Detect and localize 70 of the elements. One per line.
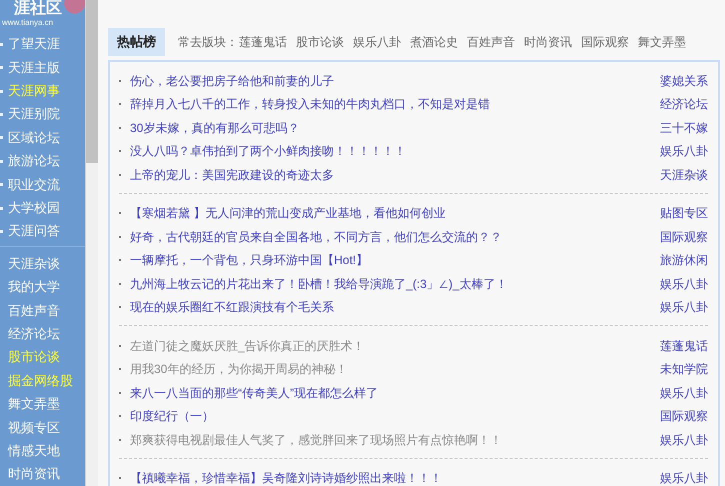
board-link[interactable]: 国际观察: [660, 230, 708, 244]
bullet-icon: [0, 66, 3, 70]
board-link[interactable]: 娱乐八卦: [660, 144, 708, 158]
board-link[interactable]: 娱乐八卦: [660, 300, 708, 314]
logo-url: www.tianya.cn: [2, 19, 54, 27]
sidebar-link[interactable]: 职业交流: [8, 178, 60, 192]
board-link[interactable]: 煮酒论史: [410, 33, 458, 51]
board-link[interactable]: 百姓声音: [467, 33, 515, 51]
sidebar-link[interactable]: 区域论坛: [8, 130, 60, 145]
board-link[interactable]: 国际观察: [581, 33, 629, 51]
post-title-link[interactable]: 没人八吗？卓伟拍到了两个小鲜肉接吻！！！！！！: [130, 144, 406, 158]
post-title-link[interactable]: 辞掉月入七八千的工作，转身投入未知的牛肉丸档口，不知是对是错: [130, 97, 490, 112]
post-title-link[interactable]: 现在的娱乐圈红不红跟演技有个毛关系: [130, 300, 334, 314]
bullet-icon: [0, 42, 3, 46]
sidebar-link[interactable]: 天涯杂谈: [8, 256, 60, 271]
board-link[interactable]: 舞文弄墨: [638, 33, 686, 51]
post-title-link[interactable]: 好奇，古代朝廷的官员来自全国各地，不同方言，他们怎么交流的？？: [130, 230, 502, 244]
board-link[interactable]: 婆媳关系: [660, 74, 708, 88]
board-link[interactable]: 未知学院: [660, 362, 708, 376]
post-title-link[interactable]: 郑爽获得电视剧最佳人气奖了，感觉胖回来了现场照片有点惊艳啊！！: [130, 432, 502, 447]
scrollbar[interactable]: [85, 0, 98, 486]
bullet-icon: [0, 230, 3, 233]
board-link[interactable]: 时尚资讯: [524, 33, 572, 51]
sidebar-link[interactable]: 天涯问答: [8, 224, 60, 238]
board-link[interactable]: 贴图专区: [660, 206, 708, 220]
post-title-link[interactable]: 左道门徒之魔妖厌胜_告诉你真正的厌胜术！: [130, 338, 365, 353]
sidebar-link[interactable]: 了望天涯: [8, 37, 60, 52]
bullet-icon: [0, 90, 3, 93]
board-link[interactable]: 娱乐八卦: [660, 386, 708, 400]
hot-posts-tab[interactable]: 热帖榜: [108, 28, 165, 56]
sidebar-link[interactable]: 舞文弄墨: [8, 397, 60, 412]
sidebar-link[interactable]: 视频专区: [8, 420, 60, 435]
post-title-link[interactable]: 一辆摩托，一个背包，只身环游中国【Hot!】: [130, 253, 368, 268]
board-link[interactable]: 莲蓬鬼话: [660, 338, 708, 353]
bullet-icon: [0, 112, 3, 116]
sidebar-link[interactable]: 大学校园: [8, 201, 60, 215]
board-link[interactable]: 国际观察: [660, 409, 708, 424]
post-title-link[interactable]: 印度纪行（一）: [130, 409, 214, 424]
post-title-link[interactable]: 上帝的宠儿：美国宪政建设的奇迹太多: [130, 168, 334, 182]
post-title-link[interactable]: 30岁未嫁，真的有那么可悲吗？: [130, 120, 300, 135]
post-title-link[interactable]: 来八一八当面的那些“传奇美人”现在都怎么样了: [130, 386, 378, 400]
sidebar-link[interactable]: 情感天地: [8, 444, 60, 458]
sidebar-link[interactable]: 天涯别院: [8, 107, 60, 122]
board-link[interactable]: 天涯杂谈: [660, 168, 708, 182]
frequent-label: 常去版块：: [178, 34, 238, 51]
scrollbar-thumb[interactable]: [86, 0, 98, 163]
board-link[interactable]: 娱乐八卦: [660, 471, 708, 486]
bullet-icon: [0, 206, 3, 210]
board-link[interactable]: 股市论谈: [296, 33, 344, 51]
post-title-link[interactable]: 九州海上牧云记的片花出来了！卧槽！我给导演跪了_(:3」∠)_太棒了！: [130, 276, 508, 291]
bullet-icon: [0, 160, 3, 163]
sidebar-link[interactable]: 时尚资讯: [8, 467, 60, 482]
board-link[interactable]: 莲蓬鬼话: [239, 33, 287, 51]
bullet-icon: [0, 183, 3, 186]
post-title-link[interactable]: 伤心，老公要把房子给他和前妻的儿子: [130, 74, 334, 88]
board-link[interactable]: 娱乐八卦: [353, 33, 401, 51]
board-link[interactable]: 娱乐八卦: [660, 432, 708, 447]
board-link[interactable]: 旅游休闲: [660, 253, 708, 268]
post-title-link[interactable]: 【禛曦幸福，珍惜幸福】吴奇隆刘诗诗婚纱照出来啦！！！: [130, 471, 442, 486]
board-link[interactable]: 娱乐八卦: [660, 276, 708, 291]
board-link[interactable]: 三十不嫁: [660, 120, 708, 135]
bullet-icon: [0, 136, 3, 140]
post-title-link[interactable]: 用我30年的经历，为你揭开周易的神秘！: [130, 362, 348, 376]
sidebar-link[interactable]: 百姓声音: [8, 304, 60, 318]
post-title-link[interactable]: 【寒烟若黛 】无人问津的荒山变成产业基地，看他如何创业: [130, 206, 446, 220]
sidebar-link[interactable]: 我的大学: [8, 280, 60, 294]
board-link[interactable]: 经济论坛: [660, 97, 708, 112]
sidebar-link[interactable]: 天涯主版: [8, 60, 60, 75]
sidebar-link[interactable]: 旅游论坛: [8, 154, 60, 168]
sidebar-link[interactable]: 经济论坛: [8, 326, 60, 341]
